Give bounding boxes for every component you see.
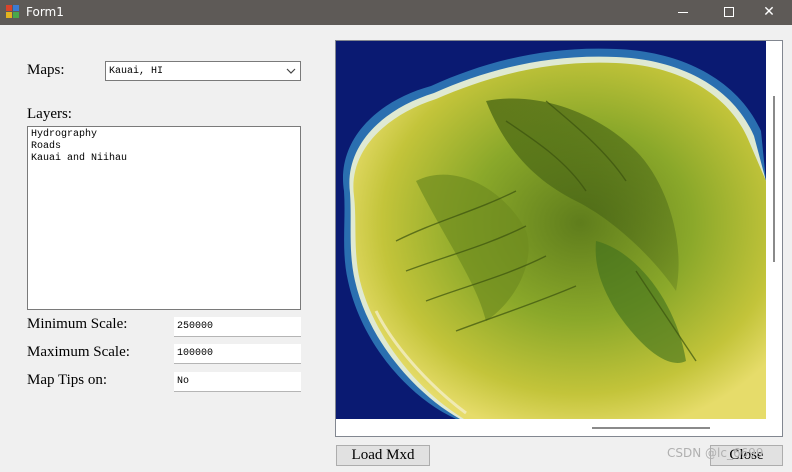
maps-dropdown[interactable]: Kauai, HI [105,61,301,81]
maximum-scale-field[interactable]: 100000 [174,344,301,364]
layer-item[interactable]: Roads [31,141,297,153]
minimum-scale-label: Minimum Scale: [27,316,128,332]
close-icon: ✕ [763,4,775,20]
layer-item[interactable]: Kauai and Niihau [31,153,297,165]
form-app-icon [6,5,20,19]
minimize-button[interactable] [660,0,706,25]
maximum-scale-label: Maximum Scale: [27,344,130,360]
map-canvas[interactable] [336,41,766,419]
load-mxd-button[interactable]: Load Mxd [336,445,430,466]
close-window-button[interactable]: ✕ [746,0,792,25]
map-control[interactable] [335,40,783,437]
horizontal-scroll-thumb[interactable] [592,427,710,429]
maximize-icon [724,7,734,17]
layers-listbox[interactable]: Hydrography Roads Kauai and Niihau [27,126,301,310]
chevron-down-icon [286,68,296,74]
layer-item[interactable]: Hydrography [31,129,297,141]
map-vertical-scrollbar[interactable] [766,41,782,419]
map-tips-field[interactable]: No [174,372,301,392]
vertical-scroll-thumb[interactable] [773,96,775,262]
minimum-scale-field[interactable]: 250000 [174,317,301,337]
minimize-icon [678,11,688,13]
window-title: Form1 [26,5,64,19]
map-tips-label: Map Tips on: [27,372,108,388]
layers-label: Layers: [27,106,72,122]
map-horizontal-scrollbar[interactable] [336,419,766,436]
watermark-text: CSDN @lc_6699 [667,446,764,460]
title-bar: Form1 ✕ [0,0,792,25]
maps-label: Maps: [27,62,65,78]
satellite-image-kauai [336,41,766,419]
maps-selected-value: Kauai, HI [109,66,164,77]
